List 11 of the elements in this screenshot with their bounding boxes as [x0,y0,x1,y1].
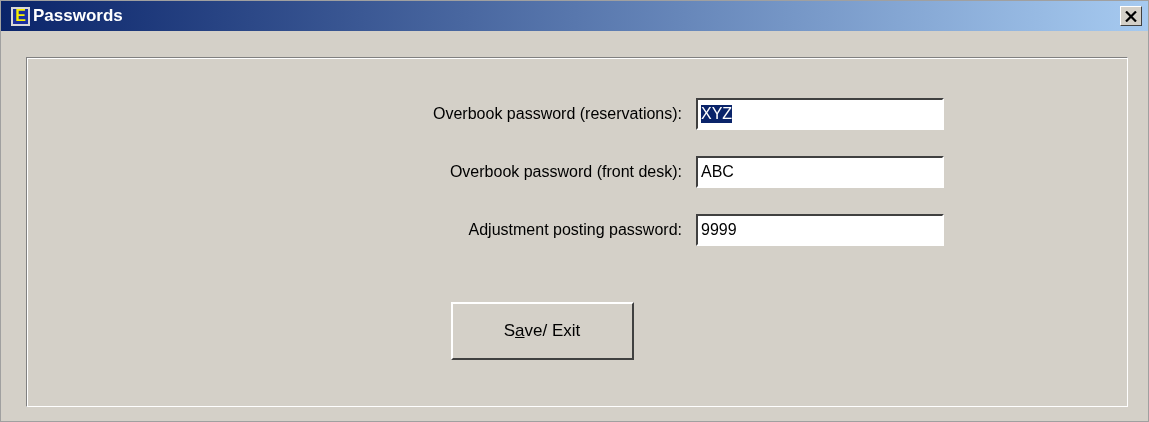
password-field[interactable]: ABC [696,156,944,188]
field-label: Overbook password (reservations): [432,105,682,123]
password-field[interactable]: 9999 [696,214,944,246]
close-icon [1125,10,1137,22]
password-field[interactable]: XYZ [696,98,944,130]
save-exit-button[interactable]: Save/ Exit [450,302,634,360]
field-label: Adjustment posting password: [467,221,682,239]
app-icon: E [11,6,30,26]
field-label: Overbook password (front desk): [448,163,682,181]
window-title: Passwords [33,6,124,26]
close-button[interactable] [1120,6,1142,26]
